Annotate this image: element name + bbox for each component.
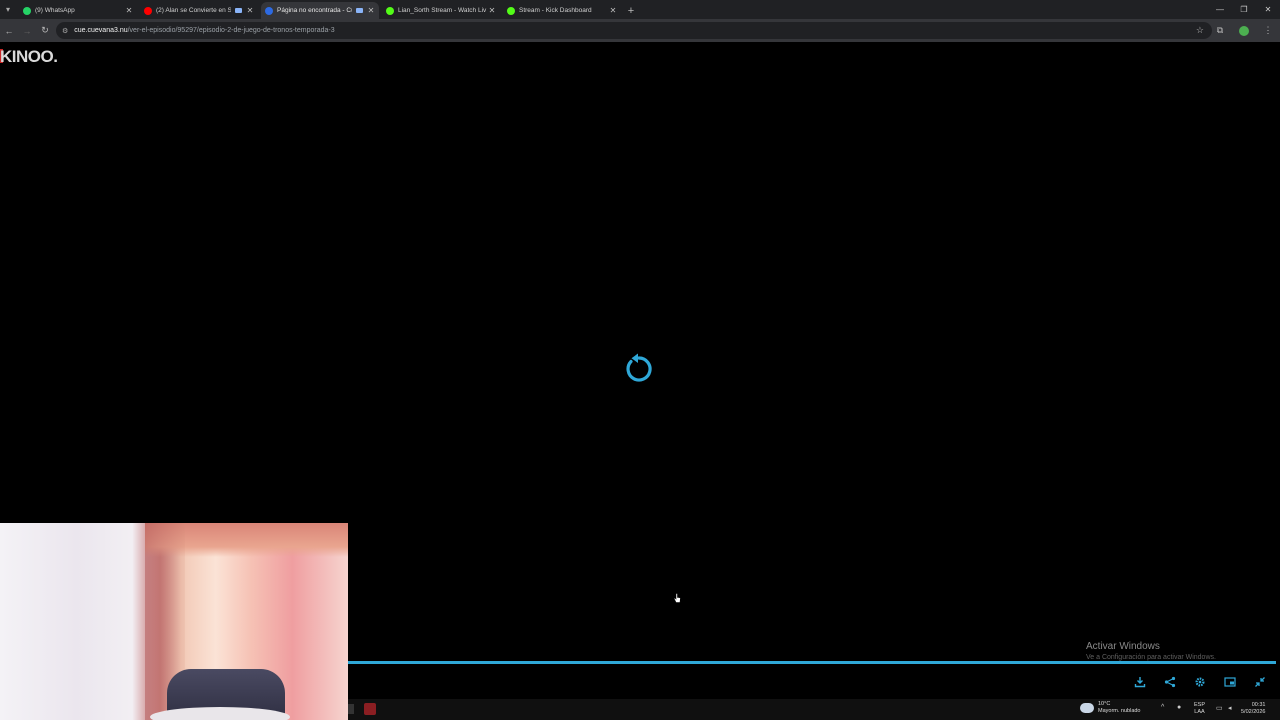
- browser-tab[interactable]: Lian_Sorth Stream - Watch Liv ✕: [382, 2, 500, 19]
- kick-icon: [386, 6, 394, 15]
- keyboard-layout: LAA: [1194, 709, 1205, 715]
- activation-watermark-subtitle: Ve a Configuración para activar Windows.: [1086, 654, 1216, 661]
- close-tab-icon[interactable]: ✕: [488, 6, 496, 15]
- close-tab-icon[interactable]: ✕: [125, 6, 133, 15]
- chevron-up-icon[interactable]: ^: [1161, 704, 1164, 711]
- menu-icon[interactable]: ⋮: [1256, 19, 1280, 42]
- tab-title: Stream - Kick Dashboard: [519, 7, 592, 14]
- forward-icon[interactable]: →: [18, 22, 36, 40]
- url-host: cue.cuevana3.nu: [74, 27, 128, 34]
- loading-spinner-icon: [626, 353, 652, 382]
- system-clock[interactable]: 00:31 5/02/2026: [1241, 702, 1265, 716]
- tab-title: (2) Alan se Convierte en SU: [156, 7, 231, 14]
- avatar[interactable]: [1239, 25, 1249, 36]
- restore-icon[interactable]: ❐: [1232, 0, 1256, 19]
- language-code: ESP: [1194, 702, 1206, 708]
- volume-icon[interactable]: ◂: [1228, 704, 1232, 712]
- browser-tab[interactable]: Stream - Kick Dashboard ✕: [503, 2, 621, 19]
- close-tab-icon[interactable]: ✕: [367, 6, 375, 15]
- minimize-icon[interactable]: —: [1208, 0, 1232, 19]
- share-icon[interactable]: [1162, 674, 1178, 690]
- weather-description: Mayorm. nublado: [1098, 708, 1141, 714]
- tab-list: (9) WhatsApp ✕ (2) Alan se Convierte en SU…: [16, 2, 621, 19]
- download-icon[interactable]: [1132, 674, 1148, 690]
- clock-date: 5/02/2026: [1241, 709, 1266, 715]
- tab-search-icon[interactable]: ▾: [0, 0, 16, 19]
- extensions-icon[interactable]: ⧉: [1208, 19, 1232, 42]
- new-tab-button[interactable]: +: [623, 2, 639, 19]
- site-logo[interactable]: KINOO.: [0, 47, 58, 67]
- screen: ▾ (9) WhatsApp ✕ (2) Alan se Convierte en …: [0, 0, 1280, 720]
- weather-temperature: 10°C: [1098, 701, 1111, 707]
- clock-time: 00:31: [1251, 702, 1266, 708]
- picture-in-picture-icon[interactable]: [1222, 674, 1238, 690]
- kick-icon: [507, 6, 515, 15]
- browser-toolbar: ← → ↻ ⚙ cue.cuevana3.nu/ver-el-episodio/…: [0, 19, 1280, 42]
- weather-widget[interactable]: 10°C Mayorm. nublado: [1080, 701, 1141, 715]
- settings-icon[interactable]: [1192, 674, 1208, 690]
- close-tab-icon[interactable]: ✕: [609, 6, 617, 15]
- windows-taskbar: 10°C Mayorm. nublado ^ ● ESP LAA ▭ ◂ 00:…: [348, 699, 1280, 720]
- media-playing-icon[interactable]: [235, 8, 242, 13]
- network-icon[interactable]: ▭: [1216, 704, 1223, 712]
- site-info-icon[interactable]: ⚙: [62, 27, 68, 35]
- whatsapp-icon: [23, 6, 31, 15]
- browser-tab[interactable]: (9) WhatsApp ✕: [19, 2, 137, 19]
- window-controls: — ❐ ✕: [1208, 0, 1280, 19]
- browser-tab[interactable]: (2) Alan se Convierte en SU ✕: [140, 2, 258, 19]
- tab-title: (9) WhatsApp: [35, 7, 75, 14]
- activation-watermark-title: Activar Windows: [1086, 641, 1160, 652]
- tab-title: Lian_Sorth Stream - Watch Liv: [398, 7, 487, 14]
- youtube-icon: [144, 6, 152, 15]
- toolbar-actions: ⧉ ⋮: [1208, 19, 1280, 42]
- cuevana-icon: [265, 6, 273, 15]
- microphone-icon[interactable]: ●: [1177, 704, 1181, 711]
- blanket: [150, 707, 290, 720]
- media-playing-icon[interactable]: [356, 8, 363, 13]
- hand-cursor-icon: [673, 593, 681, 603]
- browser-tab[interactable]: Página no encontrada - Cu ✕: [261, 2, 379, 19]
- url-path: /ver-el-episodio/95297/episodio-2-de-jue…: [127, 27, 335, 34]
- tab-strip: ▾ (9) WhatsApp ✕ (2) Alan se Convierte en …: [0, 0, 1280, 19]
- player-progress-bar[interactable]: [348, 661, 1276, 664]
- taskbar-app-icon[interactable]: [348, 704, 354, 714]
- webcam-overlay: [0, 523, 348, 720]
- close-icon[interactable]: ✕: [1256, 0, 1280, 19]
- tab-title: Página no encontrada - Cu: [277, 7, 352, 14]
- cloud-icon: [1080, 703, 1094, 713]
- address-bar[interactable]: ⚙ cue.cuevana3.nu/ver-el-episodio/95297/…: [56, 22, 1212, 39]
- back-icon[interactable]: ←: [0, 22, 18, 40]
- bookmark-star-icon[interactable]: ☆: [1196, 25, 1204, 36]
- reload-icon[interactable]: ↻: [36, 22, 54, 40]
- close-tab-icon[interactable]: ✕: [246, 6, 254, 15]
- exit-fullscreen-icon[interactable]: [1252, 674, 1268, 690]
- language-indicator[interactable]: ESP LAA: [1194, 702, 1205, 716]
- taskbar-app-icon[interactable]: [364, 703, 376, 715]
